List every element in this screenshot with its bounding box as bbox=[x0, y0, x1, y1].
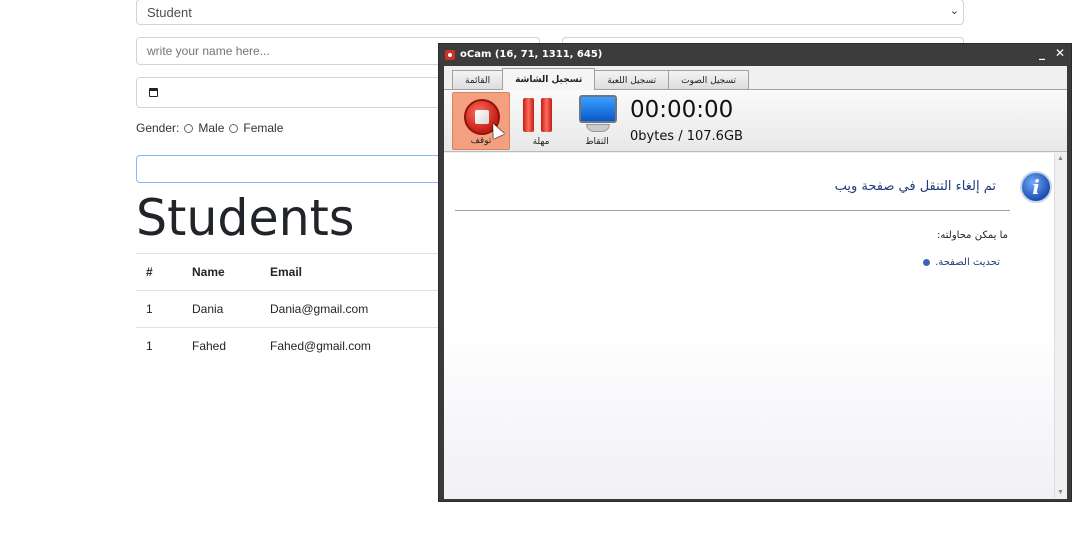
gender-female-radio[interactable] bbox=[229, 123, 239, 133]
table-header-row: # Name Email bbox=[136, 253, 466, 291]
ocam-titlebar[interactable]: oCam (16, 71, 1311, 645) _ ✕ bbox=[439, 44, 1071, 65]
gender-male-label: Male bbox=[198, 121, 225, 135]
gender-male-radio[interactable] bbox=[184, 123, 194, 133]
pause-button[interactable]: مهلة bbox=[512, 92, 570, 150]
message-title: تم إلغاء التنقل في صفحة ويب bbox=[834, 179, 996, 194]
ocam-window: oCam (16, 71, 1311, 645) _ ✕ القائمة تسج… bbox=[438, 43, 1072, 502]
ocam-message-panel: i تم إلغاء التنقل في صفحة ويب ما يمكن مح… bbox=[444, 153, 1054, 498]
role-select[interactable]: Student ⌄ bbox=[136, 0, 964, 25]
ocam-toolbar: توقف مهلة التقاط 00:00:00 0bytes / 107.6… bbox=[444, 89, 1067, 152]
capture-button[interactable]: التقاط bbox=[568, 92, 626, 150]
cell-name: Fahed bbox=[182, 327, 260, 365]
capture-label: التقاط bbox=[585, 137, 609, 147]
tab-screen-recording[interactable]: تسجيل الشاشة bbox=[502, 68, 596, 90]
monitor-stand bbox=[586, 124, 610, 132]
refresh-link-text: تحديث الصفحة. bbox=[935, 257, 1000, 268]
tab-menu[interactable]: القائمة bbox=[452, 70, 504, 90]
monitor-icon bbox=[579, 95, 617, 123]
calendar-icon[interactable] bbox=[149, 88, 158, 97]
pause-label: مهلة bbox=[532, 137, 550, 147]
cell-email: Fahed@gmail.com bbox=[260, 327, 466, 365]
ocam-app-icon bbox=[445, 49, 455, 60]
pause-icon bbox=[523, 98, 552, 132]
bullet-icon bbox=[923, 259, 931, 266]
tab-game-recording[interactable]: تسجيل اللعبة bbox=[594, 70, 670, 90]
column-header-name: Name bbox=[182, 253, 260, 291]
scroll-up-icon[interactable]: ▲ bbox=[1057, 155, 1064, 162]
gender-female-label: Female bbox=[243, 121, 284, 135]
tab-audio-recording[interactable]: تسجيل الصوت bbox=[668, 70, 750, 90]
students-table: # Name Email 1 Dania Dania@gmail.com 1 F… bbox=[136, 253, 466, 365]
refresh-page-link[interactable]: تحديث الصفحة. bbox=[923, 257, 1000, 268]
chevron-down-icon: ⌄ bbox=[949, 5, 959, 17]
scroll-down-icon[interactable]: ▼ bbox=[1057, 489, 1064, 496]
close-button[interactable]: ✕ bbox=[1055, 46, 1065, 60]
students-heading: Students bbox=[136, 189, 355, 247]
cell-number: 1 bbox=[136, 327, 182, 365]
ocam-title: oCam (16, 71, 1311, 645) bbox=[460, 49, 603, 60]
minimize-button[interactable]: _ bbox=[1039, 46, 1045, 60]
table-row: 1 Dania Dania@gmail.com bbox=[136, 290, 466, 328]
ocam-tabs: القائمة تسجيل الشاشة تسجيل اللعبة تسجيل … bbox=[452, 68, 750, 90]
gender-group: Gender: Male Female bbox=[136, 121, 283, 135]
gender-label: Gender: bbox=[136, 121, 180, 135]
divider bbox=[455, 210, 1010, 211]
vertical-scrollbar[interactable]: ▲ ▼ bbox=[1054, 153, 1066, 498]
column-header-number: # bbox=[136, 253, 182, 291]
role-select-value: Student bbox=[147, 5, 192, 20]
cell-name: Dania bbox=[182, 290, 260, 328]
recording-timer: 00:00:00 bbox=[630, 97, 734, 123]
stop-label: توقف bbox=[470, 136, 492, 146]
table-row: 1 Fahed Fahed@gmail.com bbox=[136, 327, 466, 365]
column-header-email: Email bbox=[260, 253, 466, 291]
cell-email: Dania@gmail.com bbox=[260, 290, 466, 328]
try-label: ما يمكن محاولته: bbox=[937, 230, 1008, 241]
cell-number: 1 bbox=[136, 290, 182, 328]
stop-button[interactable]: توقف bbox=[452, 92, 510, 150]
storage-readout: 0bytes / 107.6GB bbox=[630, 129, 743, 144]
info-icon: i bbox=[1020, 171, 1052, 203]
ocam-body: القائمة تسجيل الشاشة تسجيل اللعبة تسجيل … bbox=[444, 66, 1067, 499]
